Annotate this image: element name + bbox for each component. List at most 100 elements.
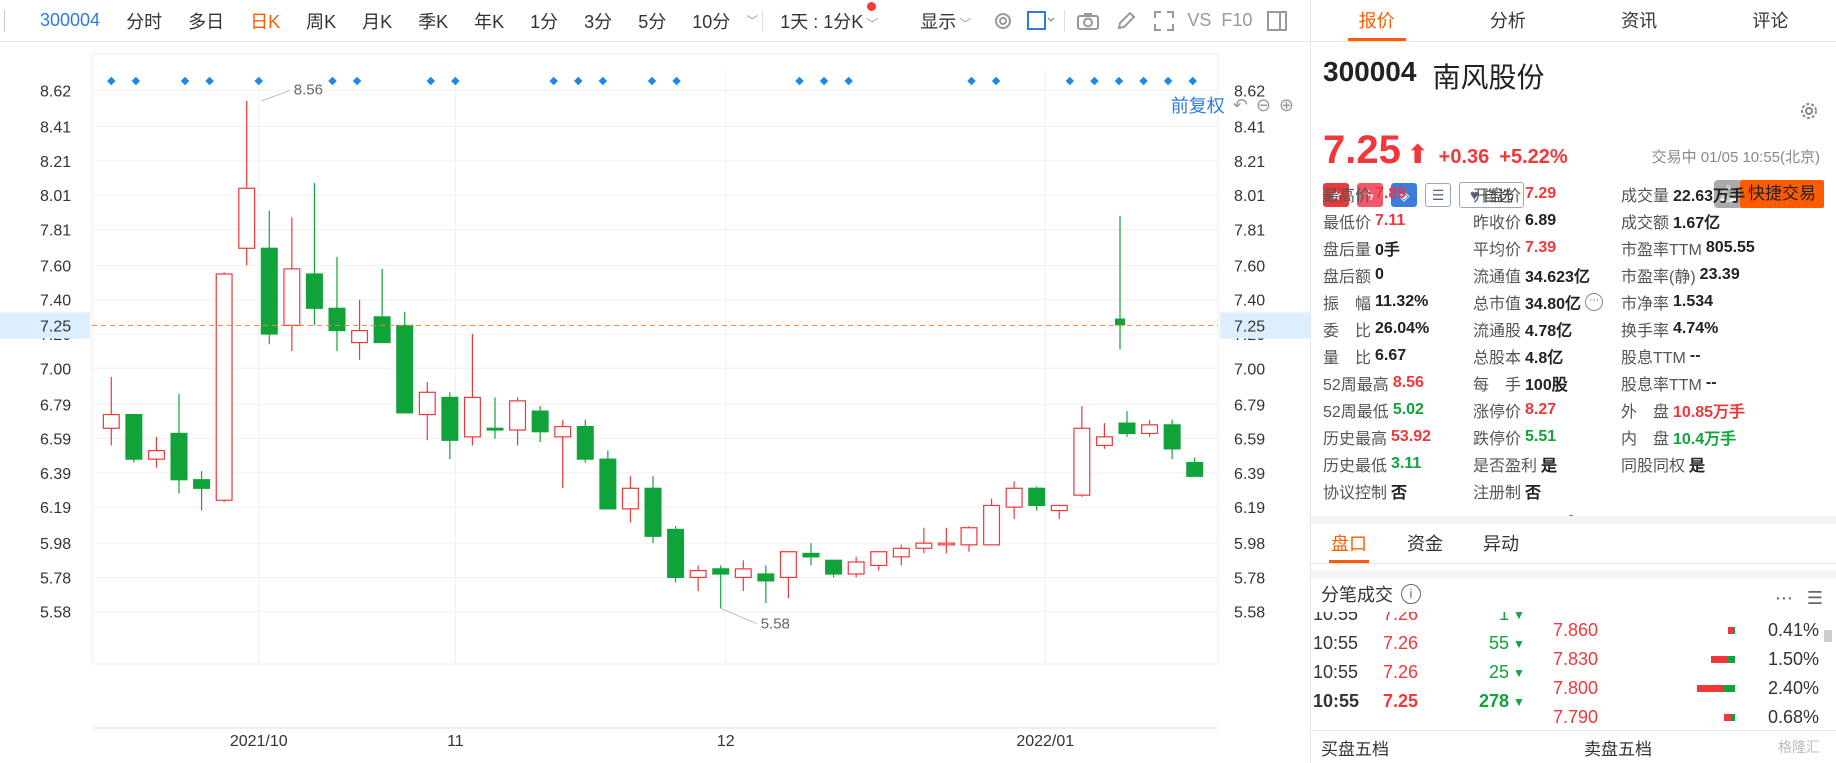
square-select-icon[interactable] <box>1022 10 1060 32</box>
tick-list[interactable]: 10:55 7.26 1 ▼ 10:55 7.26 55 ▼ 10:55 7.26 25 ▼ 10:55… <box>1311 612 1537 730</box>
candle-body[interactable] <box>125 413 143 460</box>
settings-gear-icon[interactable] <box>984 10 1022 32</box>
candle-body[interactable] <box>983 504 1001 546</box>
candle-body[interactable] <box>509 400 527 431</box>
more-icon[interactable]: ⋯ <box>1585 293 1604 311</box>
candle-body[interactable] <box>193 479 211 489</box>
signal-marker[interactable] <box>1188 76 1197 86</box>
period-tab-3min[interactable]: 3分 <box>571 8 625 34</box>
signal-marker[interactable] <box>1163 76 1173 86</box>
period-tab-5min[interactable]: 5分 <box>625 8 679 34</box>
candle-body[interactable] <box>441 396 459 441</box>
candle-body[interactable] <box>1050 504 1068 512</box>
period-tab-intraday[interactable]: 分时 <box>113 8 175 34</box>
candle-body[interactable] <box>644 487 662 537</box>
signal-marker[interactable] <box>328 76 337 86</box>
tab-unusual[interactable]: 异动 <box>1463 524 1539 563</box>
depth-list[interactable]: 7.860 0.41% 7.830 1.50% 7.800 2.40% 7.790 0.68% <box>1537 612 1836 730</box>
candle-body[interactable] <box>305 273 323 309</box>
buy-levels-label[interactable]: 买盘五档 <box>1311 735 1574 760</box>
candle-body[interactable] <box>1073 427 1091 496</box>
signal-marker[interactable] <box>1090 76 1099 86</box>
signal-marker[interactable] <box>598 76 608 86</box>
candle-body[interactable] <box>576 425 594 460</box>
signal-marker[interactable] <box>647 76 657 86</box>
candle-body[interactable] <box>1028 487 1046 507</box>
candle-body[interactable] <box>1095 436 1113 447</box>
tab-quote[interactable]: 报价 <box>1311 0 1442 41</box>
f10-button[interactable]: F10 <box>1215 10 1258 31</box>
candle-body[interactable] <box>892 547 910 558</box>
camera-icon[interactable] <box>1069 11 1107 31</box>
candle-body[interactable] <box>373 316 391 344</box>
adjust-mode-button[interactable]: 前复权 <box>1171 92 1225 118</box>
signal-marker[interactable] <box>991 76 1001 86</box>
more-options-icon[interactable]: ⋯ <box>1775 588 1793 609</box>
signal-marker[interactable] <box>352 76 362 86</box>
candle-body[interactable] <box>147 449 165 460</box>
candle-body[interactable] <box>870 551 888 567</box>
candle-body[interactable] <box>238 187 256 249</box>
period-tab-daily[interactable]: 日K <box>237 8 293 34</box>
period-tab-1min[interactable]: 1分 <box>517 8 571 34</box>
candle-body[interactable] <box>599 458 617 510</box>
zoom-out-icon[interactable]: ⊖ <box>1256 95 1271 116</box>
candle-body[interactable] <box>328 307 346 332</box>
signal-marker[interactable] <box>844 76 853 86</box>
kline-svg[interactable]: 8.62 8.628.41 8.418.21 8.218.01 8.017.81 7.81… <box>0 42 1310 763</box>
signal-marker[interactable] <box>795 76 804 86</box>
candle-body[interactable] <box>396 324 414 414</box>
candle-body[interactable] <box>937 542 955 546</box>
tab-news[interactable]: 资讯 <box>1574 0 1705 41</box>
signal-marker[interactable] <box>205 76 214 86</box>
candle-body[interactable] <box>1141 424 1159 435</box>
candle-body[interactable] <box>102 413 120 429</box>
candle-body[interactable] <box>779 551 797 579</box>
candle-body[interactable] <box>1005 487 1023 508</box>
zoom-in-icon[interactable]: ⊕ <box>1279 95 1294 116</box>
candle-body[interactable] <box>757 573 775 582</box>
candle-body[interactable] <box>689 569 707 579</box>
candle-body[interactable] <box>283 268 301 327</box>
signal-marker[interactable] <box>426 76 436 86</box>
signal-marker[interactable] <box>574 76 583 86</box>
signal-marker[interactable] <box>1065 76 1075 86</box>
candle-body[interactable] <box>621 487 639 510</box>
tab-orderbook[interactable]: 盘口 <box>1311 524 1387 563</box>
candle-body[interactable] <box>712 568 730 575</box>
gear-icon[interactable] <box>1798 100 1820 127</box>
candle-body[interactable] <box>215 273 233 501</box>
candle-body[interactable] <box>260 247 278 335</box>
signal-marker[interactable] <box>131 76 141 86</box>
candle-body[interactable] <box>825 559 843 575</box>
signal-marker[interactable] <box>180 76 190 86</box>
period-tab-10min[interactable]: 10分 <box>679 8 743 34</box>
period-tab-weekly[interactable]: 周K <box>293 8 349 34</box>
candle-body[interactable] <box>802 552 820 558</box>
undo-icon[interactable]: ↶ <box>1233 95 1248 116</box>
signal-marker[interactable] <box>107 76 116 86</box>
period-combo-select[interactable]: 1天 : 1分K ﹀ <box>767 1 891 34</box>
fullscreen-icon[interactable] <box>1145 10 1183 32</box>
candle-body[interactable] <box>960 527 978 546</box>
period-tab-yearly[interactable]: 年K <box>461 8 517 34</box>
candle-body[interactable] <box>418 391 436 416</box>
signal-marker[interactable] <box>451 76 460 86</box>
scrollbar[interactable] <box>1824 630 1832 642</box>
candle-body[interactable] <box>667 528 685 579</box>
vs-compare-button[interactable]: VS <box>1183 10 1215 31</box>
signal-marker[interactable] <box>1114 76 1124 86</box>
candle-body[interactable] <box>1163 424 1181 450</box>
candle-body[interactable] <box>1186 461 1204 477</box>
signal-marker[interactable] <box>819 76 829 86</box>
kline-chart[interactable]: 8.62 8.62 8.41 8.41 8.21 8.21 8.01 8.01 7.81 7.81… <box>0 42 1310 763</box>
candle-body[interactable] <box>170 432 188 481</box>
candle-body[interactable] <box>915 542 933 549</box>
period-tab-quarterly[interactable]: 季K <box>405 8 461 34</box>
candle-body[interactable] <box>1115 318 1125 326</box>
signal-marker[interactable] <box>254 76 263 86</box>
candle-body[interactable] <box>351 329 369 344</box>
candle-body[interactable] <box>486 427 504 431</box>
pencil-icon[interactable] <box>1107 10 1145 32</box>
display-menu[interactable]: 显示 ﹀ <box>907 8 984 34</box>
